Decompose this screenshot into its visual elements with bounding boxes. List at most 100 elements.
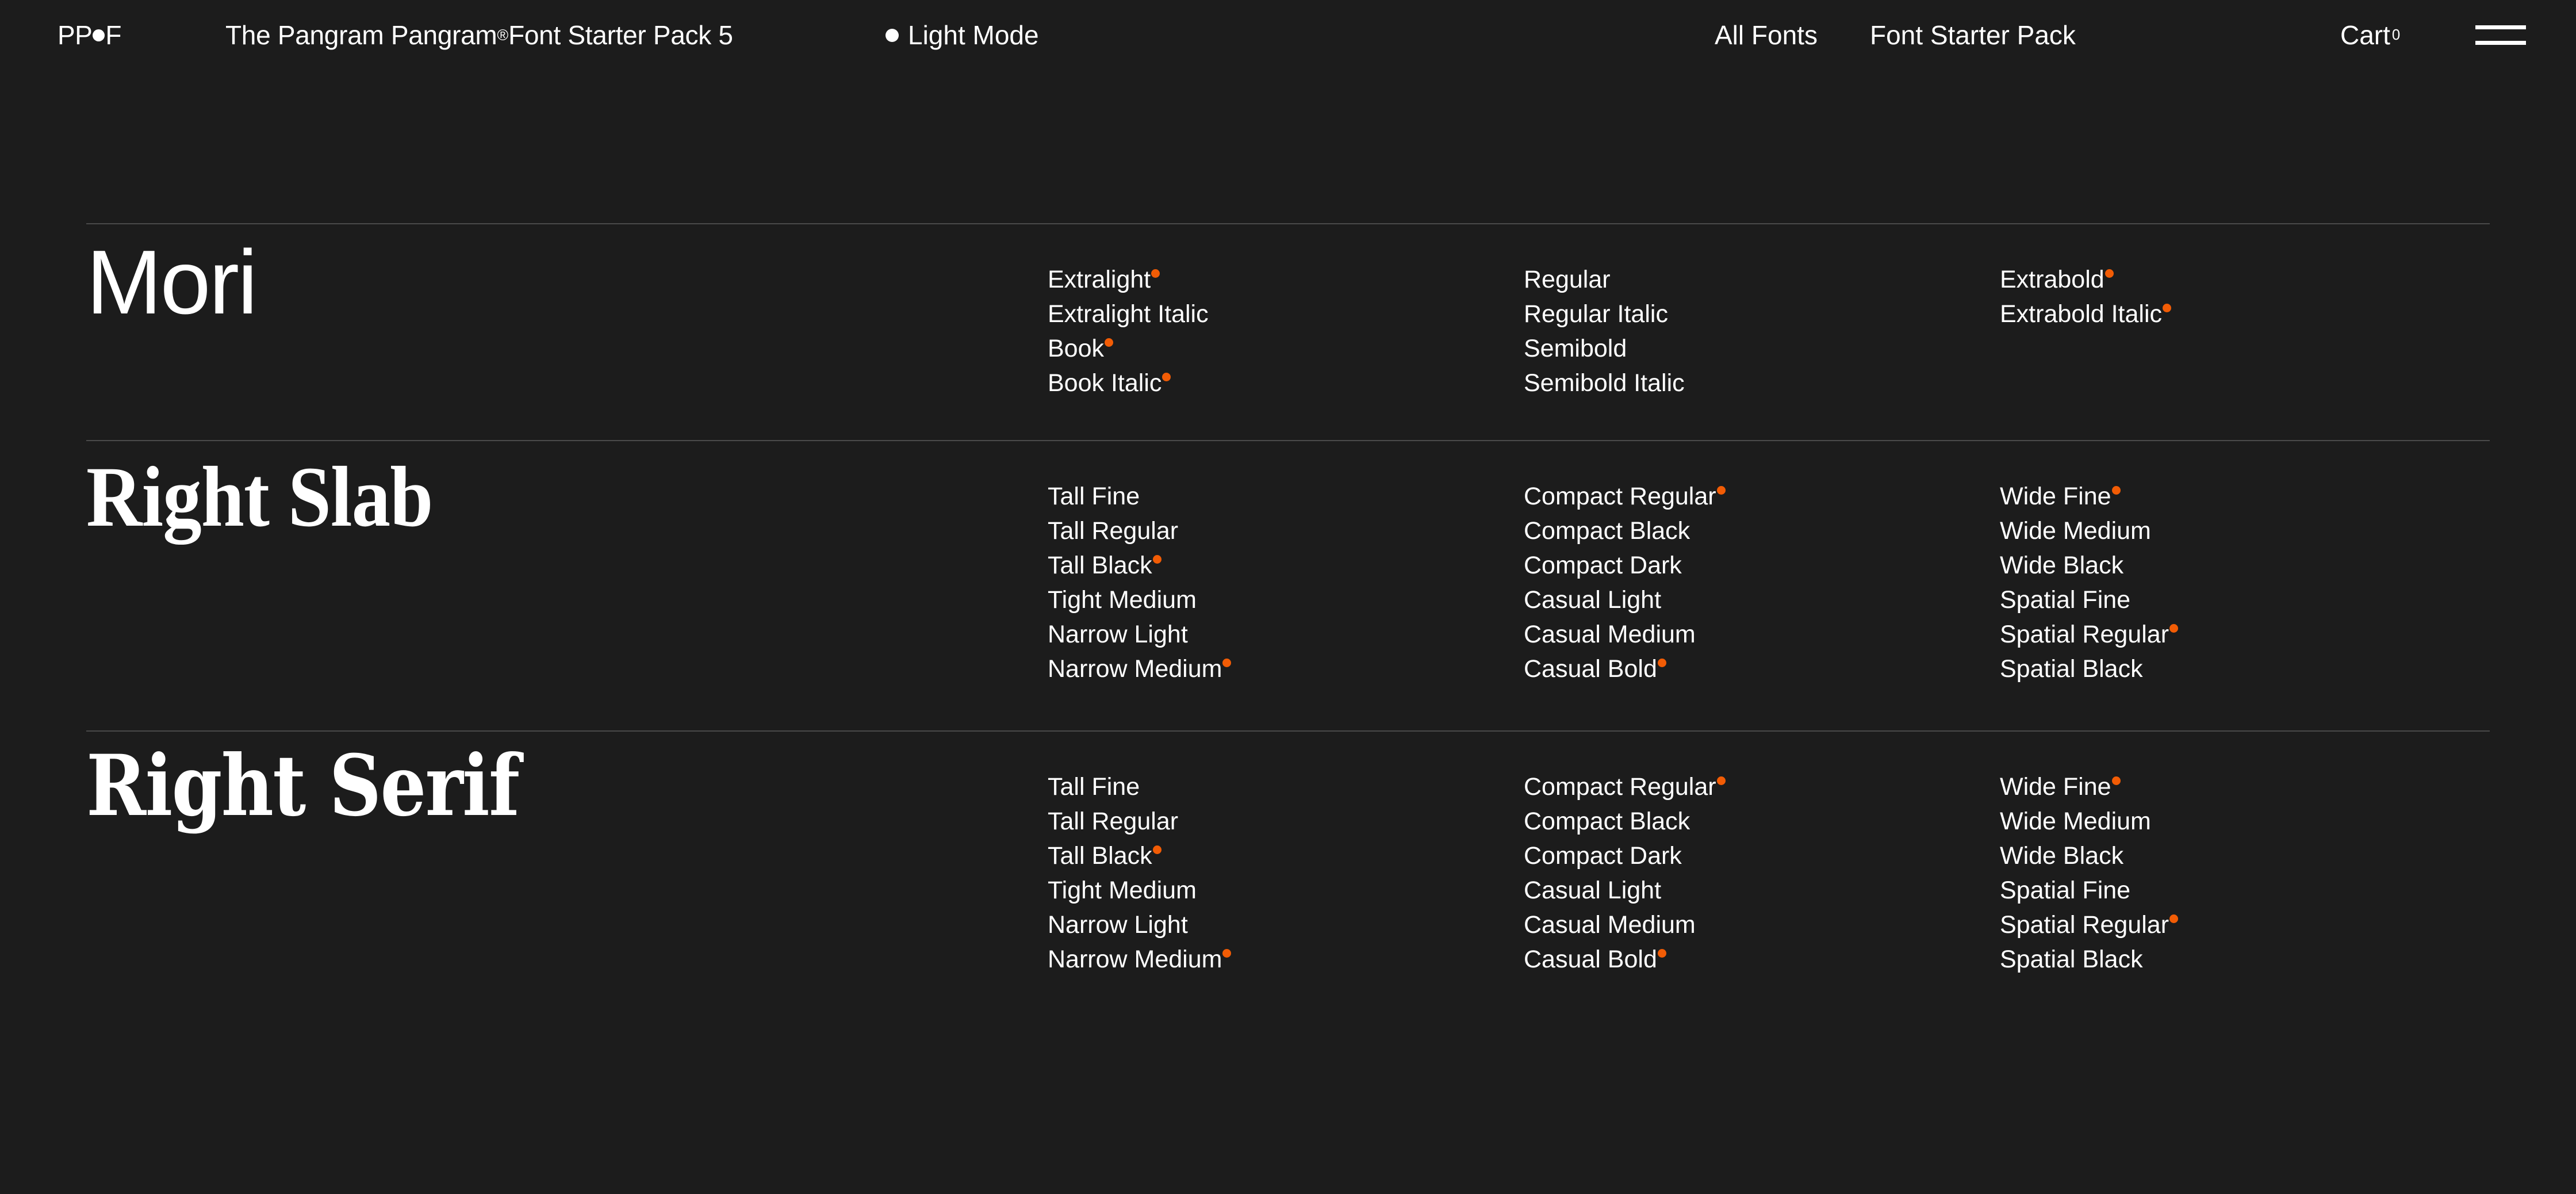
style-label: Narrow Light — [1048, 621, 1188, 648]
style-item[interactable]: Spatial Black — [2000, 942, 2490, 977]
style-item[interactable]: Extrabold — [2000, 262, 2490, 297]
style-item[interactable]: Compact Black — [1524, 514, 2000, 548]
style-item[interactable]: Tall Black — [1048, 548, 1524, 583]
style-item[interactable]: Spatial Fine — [2000, 873, 2490, 908]
cart-button[interactable]: Cart 0 — [2340, 0, 2400, 70]
style-item[interactable]: Tight Medium — [1048, 583, 1524, 617]
nav-font-starter-pack[interactable]: Font Starter Pack — [1870, 0, 2076, 70]
style-item[interactable]: Extralight — [1048, 262, 1524, 297]
included-dot-icon — [1222, 949, 1232, 958]
included-dot-icon — [2104, 269, 2114, 278]
style-column: Compact Regular Compact Black Compact Da… — [1524, 770, 2000, 985]
style-column: Compact Regular Compact Black Compact Da… — [1524, 479, 2000, 694]
hamburger-bar-bottom — [2475, 41, 2526, 45]
style-column: Extrabold Extrabold Italic — [2000, 262, 2490, 404]
style-item[interactable]: Narrow Medium — [1048, 652, 1524, 686]
style-label: Wide Black — [2000, 842, 2124, 870]
style-label: Compact Dark — [1524, 842, 1682, 870]
included-dot-icon — [1716, 776, 1726, 785]
light-mode-toggle[interactable]: Light Mode — [885, 0, 1039, 70]
site-header: PP F The Pangram Pangram ® Font Starter Pa… — [0, 0, 2576, 70]
style-label: Casual Light — [1524, 877, 1662, 904]
logo-text-pre: PP — [57, 20, 93, 50]
included-dot-icon — [2163, 304, 2172, 312]
style-item[interactable]: Tall Black — [1048, 839, 1524, 873]
font-section-right-serif: Right Serif Tall Fine Tall Regular Tall … — [86, 730, 2490, 985]
style-item[interactable]: Compact Dark — [1524, 548, 2000, 583]
style-item[interactable]: Compact Regular — [1524, 479, 2000, 514]
family-name-right-serif[interactable]: Right Serif — [86, 744, 913, 828]
style-item[interactable]: Casual Light — [1524, 873, 2000, 908]
style-item[interactable]: Narrow Light — [1048, 617, 1524, 652]
style-label: Tall Black — [1048, 842, 1152, 870]
style-item[interactable]: Spatial Fine — [2000, 583, 2490, 617]
style-item[interactable]: Compact Regular — [1524, 770, 2000, 804]
style-item[interactable]: Spatial Regular — [2000, 617, 2490, 652]
style-item[interactable]: Semibold Italic — [1524, 366, 2000, 400]
style-label: Book Italic — [1048, 369, 1162, 397]
hamburger-bar-top — [2475, 25, 2526, 29]
style-label: Casual Bold — [1524, 655, 1657, 683]
style-label: Tight Medium — [1048, 877, 1197, 904]
style-item[interactable]: Wide Black — [2000, 548, 2490, 583]
style-item[interactable]: Compact Dark — [1524, 839, 2000, 873]
included-dot-icon — [2111, 486, 2121, 495]
style-item[interactable]: Narrow Light — [1048, 908, 1524, 942]
style-label: Narrow Light — [1048, 911, 1188, 939]
style-columns: Extralight Extralight Italic Book Book I… — [1048, 224, 2490, 404]
logo[interactable]: PP F — [57, 0, 121, 70]
style-item[interactable]: Spatial Regular — [2000, 908, 2490, 942]
font-sections: Mori Extralight Extralight Italic Book B… — [0, 223, 2576, 985]
style-label: Tall Fine — [1048, 483, 1140, 510]
font-section-mori: Mori Extralight Extralight Italic Book B… — [86, 223, 2490, 404]
style-label: Wide Fine — [2000, 773, 2111, 801]
style-label: Spatial Regular — [2000, 911, 2169, 939]
style-label: Casual Light — [1524, 586, 1662, 614]
style-item[interactable]: Tall Regular — [1048, 804, 1524, 839]
style-item[interactable]: Tight Medium — [1048, 873, 1524, 908]
style-item[interactable]: Wide Medium — [2000, 514, 2490, 548]
style-item[interactable]: Wide Medium — [2000, 804, 2490, 839]
style-item[interactable]: Tall Regular — [1048, 514, 1524, 548]
style-label: Casual Bold — [1524, 946, 1657, 973]
style-item[interactable]: Casual Medium — [1524, 617, 2000, 652]
style-label: Spatial Black — [2000, 655, 2143, 683]
style-item[interactable]: Casual Medium — [1524, 908, 2000, 942]
style-item[interactable]: Narrow Medium — [1048, 942, 1524, 977]
style-item[interactable]: Book — [1048, 331, 1524, 366]
style-label: Compact Black — [1524, 808, 1690, 835]
style-item[interactable]: Regular — [1524, 262, 2000, 297]
included-dot-icon — [2111, 776, 2121, 785]
style-item[interactable]: Semibold — [1524, 331, 2000, 366]
family-name-right-slab[interactable]: Right Slab — [86, 454, 952, 540]
style-item[interactable]: Wide Black — [2000, 839, 2490, 873]
style-item[interactable]: Casual Bold — [1524, 942, 2000, 977]
style-item[interactable]: Casual Bold — [1524, 652, 2000, 686]
family-name-mori[interactable]: Mori — [86, 237, 1048, 328]
style-item[interactable]: Spatial Black — [2000, 652, 2490, 686]
style-label: Casual Medium — [1524, 911, 1696, 939]
style-item[interactable]: Wide Fine — [2000, 479, 2490, 514]
light-mode-label: Light Mode — [908, 20, 1039, 50]
style-label: Spatial Fine — [2000, 877, 2131, 904]
style-item[interactable]: Compact Black — [1524, 804, 2000, 839]
cart-label: Cart — [2340, 20, 2390, 50]
style-label: Extralight Italic — [1048, 300, 1209, 328]
style-item[interactable]: Extrabold Italic — [2000, 297, 2490, 331]
style-item[interactable]: Regular Italic — [1524, 297, 2000, 331]
registered-mark: ® — [497, 26, 509, 44]
style-item[interactable]: Extralight Italic — [1048, 297, 1524, 331]
style-label: Tall Fine — [1048, 773, 1140, 801]
style-column: Wide Fine Wide Medium Wide Black Spatial… — [2000, 479, 2490, 694]
style-item[interactable]: Book Italic — [1048, 366, 1524, 400]
nav-all-fonts[interactable]: All Fonts — [1715, 0, 1818, 70]
style-label: Extrabold — [2000, 266, 2104, 293]
style-item[interactable]: Tall Fine — [1048, 770, 1524, 804]
style-label: Tall Regular — [1048, 517, 1179, 545]
logo-text-post: F — [105, 20, 121, 50]
style-item[interactable]: Tall Fine — [1048, 479, 1524, 514]
style-label: Wide Fine — [2000, 483, 2111, 510]
style-item[interactable]: Wide Fine — [2000, 770, 2490, 804]
style-item[interactable]: Casual Light — [1524, 583, 2000, 617]
hamburger-icon[interactable] — [2475, 0, 2526, 70]
